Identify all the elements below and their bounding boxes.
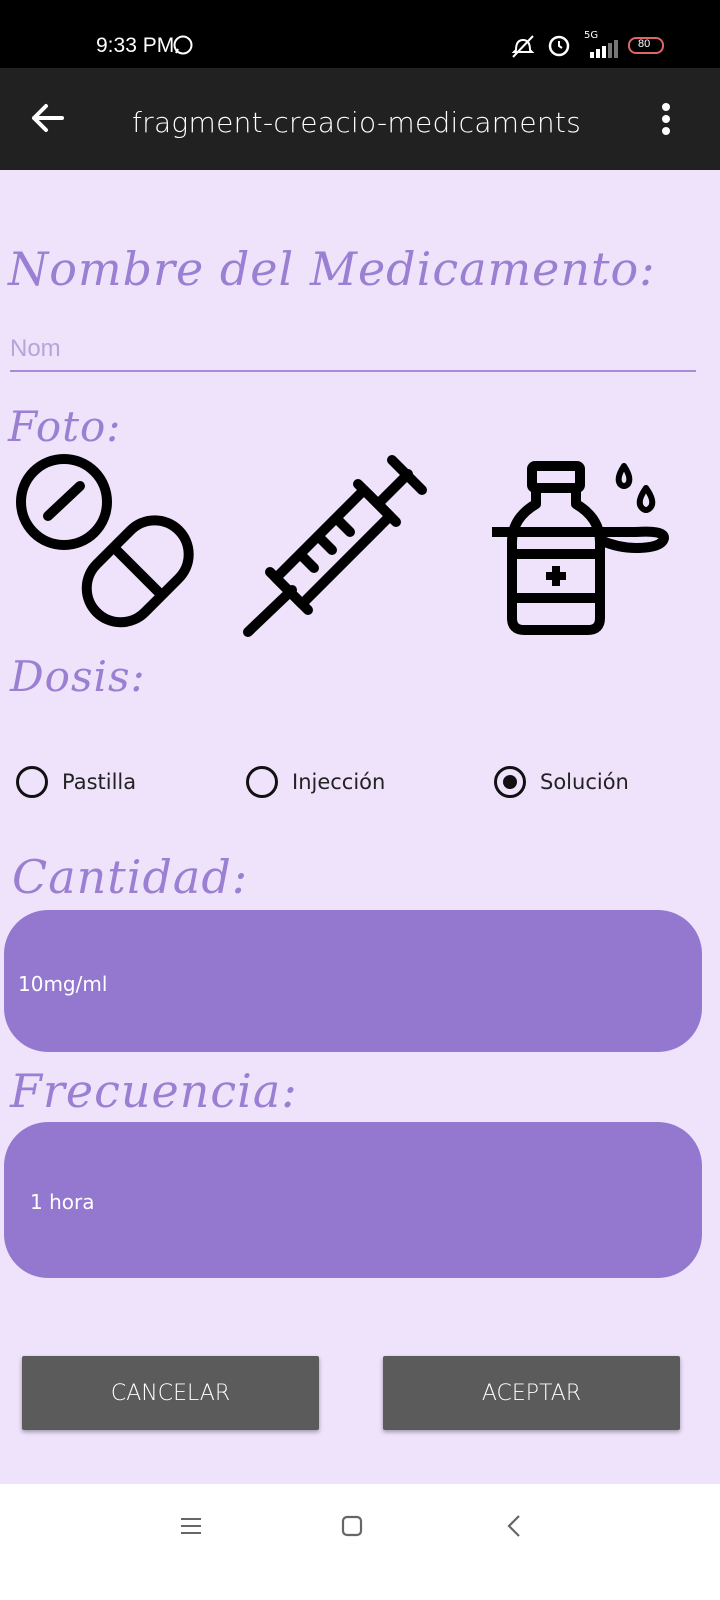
frequency-value: 1 hora [30, 1190, 95, 1214]
bottle-spoon-icon[interactable] [486, 458, 672, 638]
quantity-value: 10mg/ml [18, 972, 108, 996]
radio-button-unchecked[interactable] [16, 766, 48, 798]
radio-pastilla[interactable]: Pastilla [16, 766, 136, 798]
photo-heading: Foto: [8, 402, 122, 451]
radio-solucion[interactable]: Solución [494, 766, 629, 798]
app-bar: fragment-creacio-medicaments [0, 68, 720, 170]
radio-button-unchecked[interactable] [246, 766, 278, 798]
quantity-field[interactable]: 10mg/ml [4, 910, 702, 1052]
alarm-icon [548, 35, 570, 57]
overflow-menu-icon[interactable] [658, 102, 674, 136]
name-heading: Nombre del Medicamento: [8, 242, 656, 296]
back-arrow-icon[interactable] [30, 102, 66, 134]
radio-label: Injección [292, 770, 386, 794]
pill-icon[interactable] [12, 452, 208, 642]
accept-button[interactable]: ACEPTAR [383, 1356, 680, 1430]
dose-heading: Dosis: [10, 652, 146, 701]
recent-apps-icon[interactable] [180, 1517, 202, 1535]
mute-vibrate-icon [511, 35, 535, 58]
frequency-field[interactable]: 1 hora [4, 1122, 702, 1278]
radio-label: Pastilla [62, 770, 137, 794]
app-bar-title: fragment-creacio-medicaments [132, 106, 582, 139]
back-nav-icon[interactable] [506, 1514, 522, 1538]
system-navigation-bar [0, 1484, 720, 1600]
syringe-icon[interactable] [240, 452, 430, 642]
whatsapp-icon [173, 35, 193, 55]
signal-icon [590, 40, 618, 58]
medication-name-input[interactable] [10, 328, 696, 372]
status-bar: 9:33 PM 5G 80 [0, 0, 720, 68]
battery-level: 80 [638, 38, 651, 50]
radio-injeccion[interactable]: Injección [246, 766, 385, 798]
radio-label: Solución [540, 770, 629, 794]
quantity-heading: Cantidad: [12, 850, 249, 904]
frequency-heading: Frecuencia: [10, 1064, 298, 1118]
status-time: 9:33 PM [96, 34, 175, 57]
battery-icon: 80 [628, 37, 664, 54]
home-icon[interactable] [341, 1515, 363, 1537]
radio-button-checked[interactable] [494, 766, 526, 798]
cancel-button[interactable]: CANCELAR [22, 1356, 319, 1430]
